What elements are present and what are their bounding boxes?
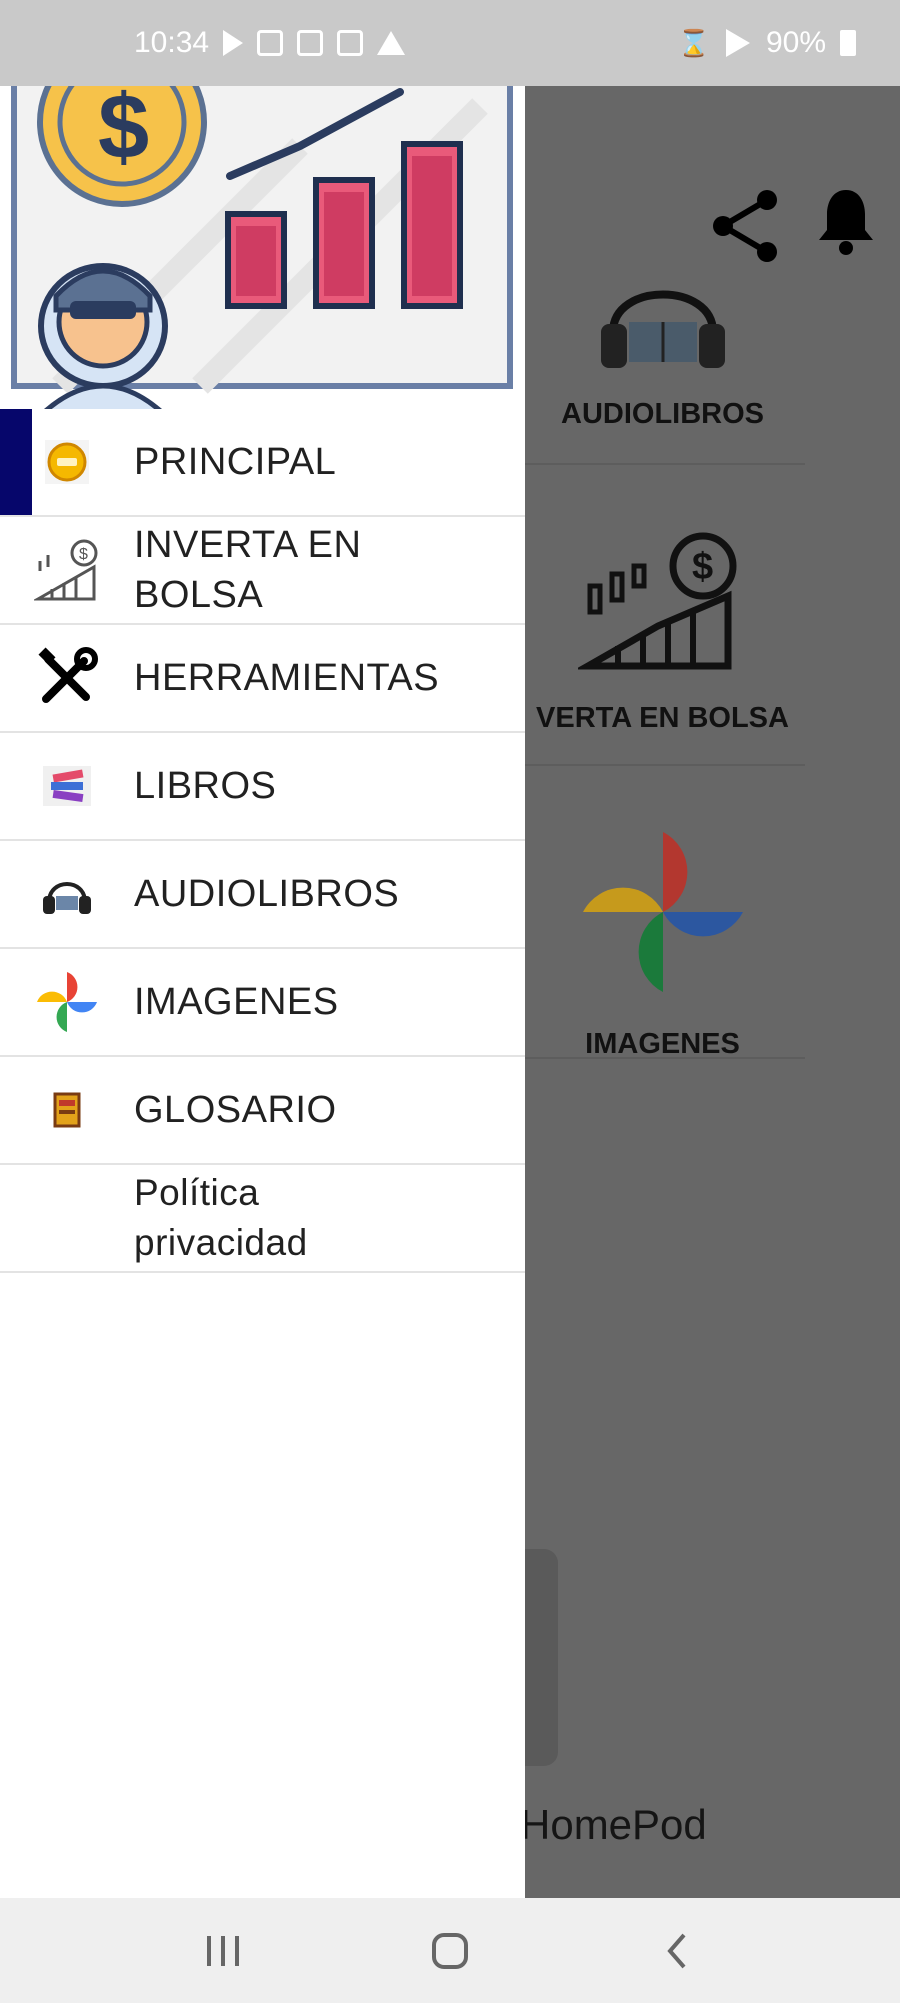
drawer-header: $: [0, 86, 525, 409]
icon-wrap: [0, 438, 134, 486]
instagram-icon: [257, 30, 284, 56]
menu-item-politica-privacidad[interactable]: Política privacidad: [0, 1165, 525, 1273]
divider: [520, 764, 805, 766]
menu-item-label: Política privacidad: [134, 1172, 308, 1263]
bell-icon[interactable]: [815, 186, 877, 258]
battery-text: 90%: [765, 26, 826, 59]
menu-item-label: IMAGENES: [134, 981, 339, 1023]
alarm-icon: ⌛: [677, 27, 710, 58]
menu-item-herramientas[interactable]: HERRAMIENTAS: [0, 625, 525, 733]
checkbox-icon: [297, 30, 324, 56]
menu-item-audiolibros[interactable]: AUDIOLIBROS: [0, 841, 525, 949]
bg-tile-bolsa[interactable]: $ VERTA EN BOLSA: [520, 526, 805, 735]
status-right: ⌛ 90%: [678, 26, 856, 60]
investor-chart-illustration: $: [11, 86, 513, 409]
play-icon: [223, 30, 244, 56]
battery-icon: [840, 30, 856, 56]
bg-card-title: HomePod: [520, 1801, 707, 1848]
system-nav-bar: [0, 1898, 900, 2003]
svg-text:$: $: [79, 546, 88, 563]
home-button[interactable]: [420, 1921, 480, 1981]
status-time: 10:34: [134, 26, 210, 59]
menu-item-libros[interactable]: LIBROS: [0, 733, 525, 841]
drive-icon: [377, 31, 406, 55]
menu-item-imagenes[interactable]: IMAGENES: [0, 949, 525, 1057]
status-left: 10:34: [134, 26, 406, 60]
pinwheel-icon: [582, 832, 743, 992]
menu-item-label: INVERTA EN BOLSA: [134, 524, 362, 616]
svg-text:$: $: [98, 86, 149, 178]
svg-text:$: $: [692, 546, 713, 588]
home-icon: [431, 1932, 468, 1969]
back-icon: [666, 1933, 686, 1968]
menu-item-label: GLOSARIO: [134, 1089, 337, 1131]
headphones-book-icon: [600, 290, 725, 368]
navigation-drawer: $ PRINCIPAL $ INVERTA EN BOLSA HERRAMIEN…: [0, 86, 525, 1898]
icon-wrap: [0, 872, 134, 916]
pinwheel-icon: [37, 972, 97, 1032]
bg-tile-imagenes[interactable]: IMAGENES: [520, 822, 805, 1061]
bg-tile-audiolibros[interactable]: AUDIOLIBROS: [520, 262, 805, 431]
menu-item-label: LIBROS: [134, 765, 277, 807]
menu-item-label: HERRAMIENTAS: [134, 657, 440, 699]
menu-item-glosario[interactable]: GLOSARIO: [0, 1057, 525, 1165]
icon-wrap: [0, 1090, 134, 1130]
bg-tile-label: VERTA EN BOLSA: [536, 702, 789, 734]
icon-wrap: [0, 969, 134, 1035]
image-icon: [337, 30, 364, 56]
menu-item-label: PRINCIPAL: [134, 441, 337, 483]
divider: [520, 1057, 805, 1059]
menu-item-inverta-en-bolsa[interactable]: $ INVERTA EN BOLSA: [0, 517, 525, 625]
signal-icon: [725, 29, 750, 57]
glossary-icon: [53, 1092, 81, 1128]
back-button[interactable]: [647, 1921, 707, 1981]
bg-tile-label: AUDIOLIBROS: [561, 398, 764, 430]
stock-chart-icon: $: [34, 539, 98, 601]
tools-icon: [38, 647, 98, 703]
divider: [520, 463, 805, 465]
books-icon: [43, 766, 91, 806]
icon-wrap: [0, 762, 134, 810]
headphones-icon: [43, 882, 91, 914]
stock-growth-icon: $: [574, 532, 736, 670]
coin-icon: [45, 440, 89, 484]
recents-button[interactable]: [193, 1921, 253, 1981]
recents-icon: [207, 1935, 240, 1966]
menu-item-principal[interactable]: PRINCIPAL: [0, 409, 525, 517]
drawer-menu: PRINCIPAL $ INVERTA EN BOLSA HERRAMIENTA…: [0, 409, 525, 1273]
icon-wrap: [0, 647, 134, 709]
menu-item-label: AUDIOLIBROS: [134, 873, 400, 915]
status-bar: 10:34 ⌛ 90%: [0, 0, 900, 86]
share-icon[interactable]: [705, 186, 785, 266]
icon-wrap: $: [0, 537, 134, 603]
